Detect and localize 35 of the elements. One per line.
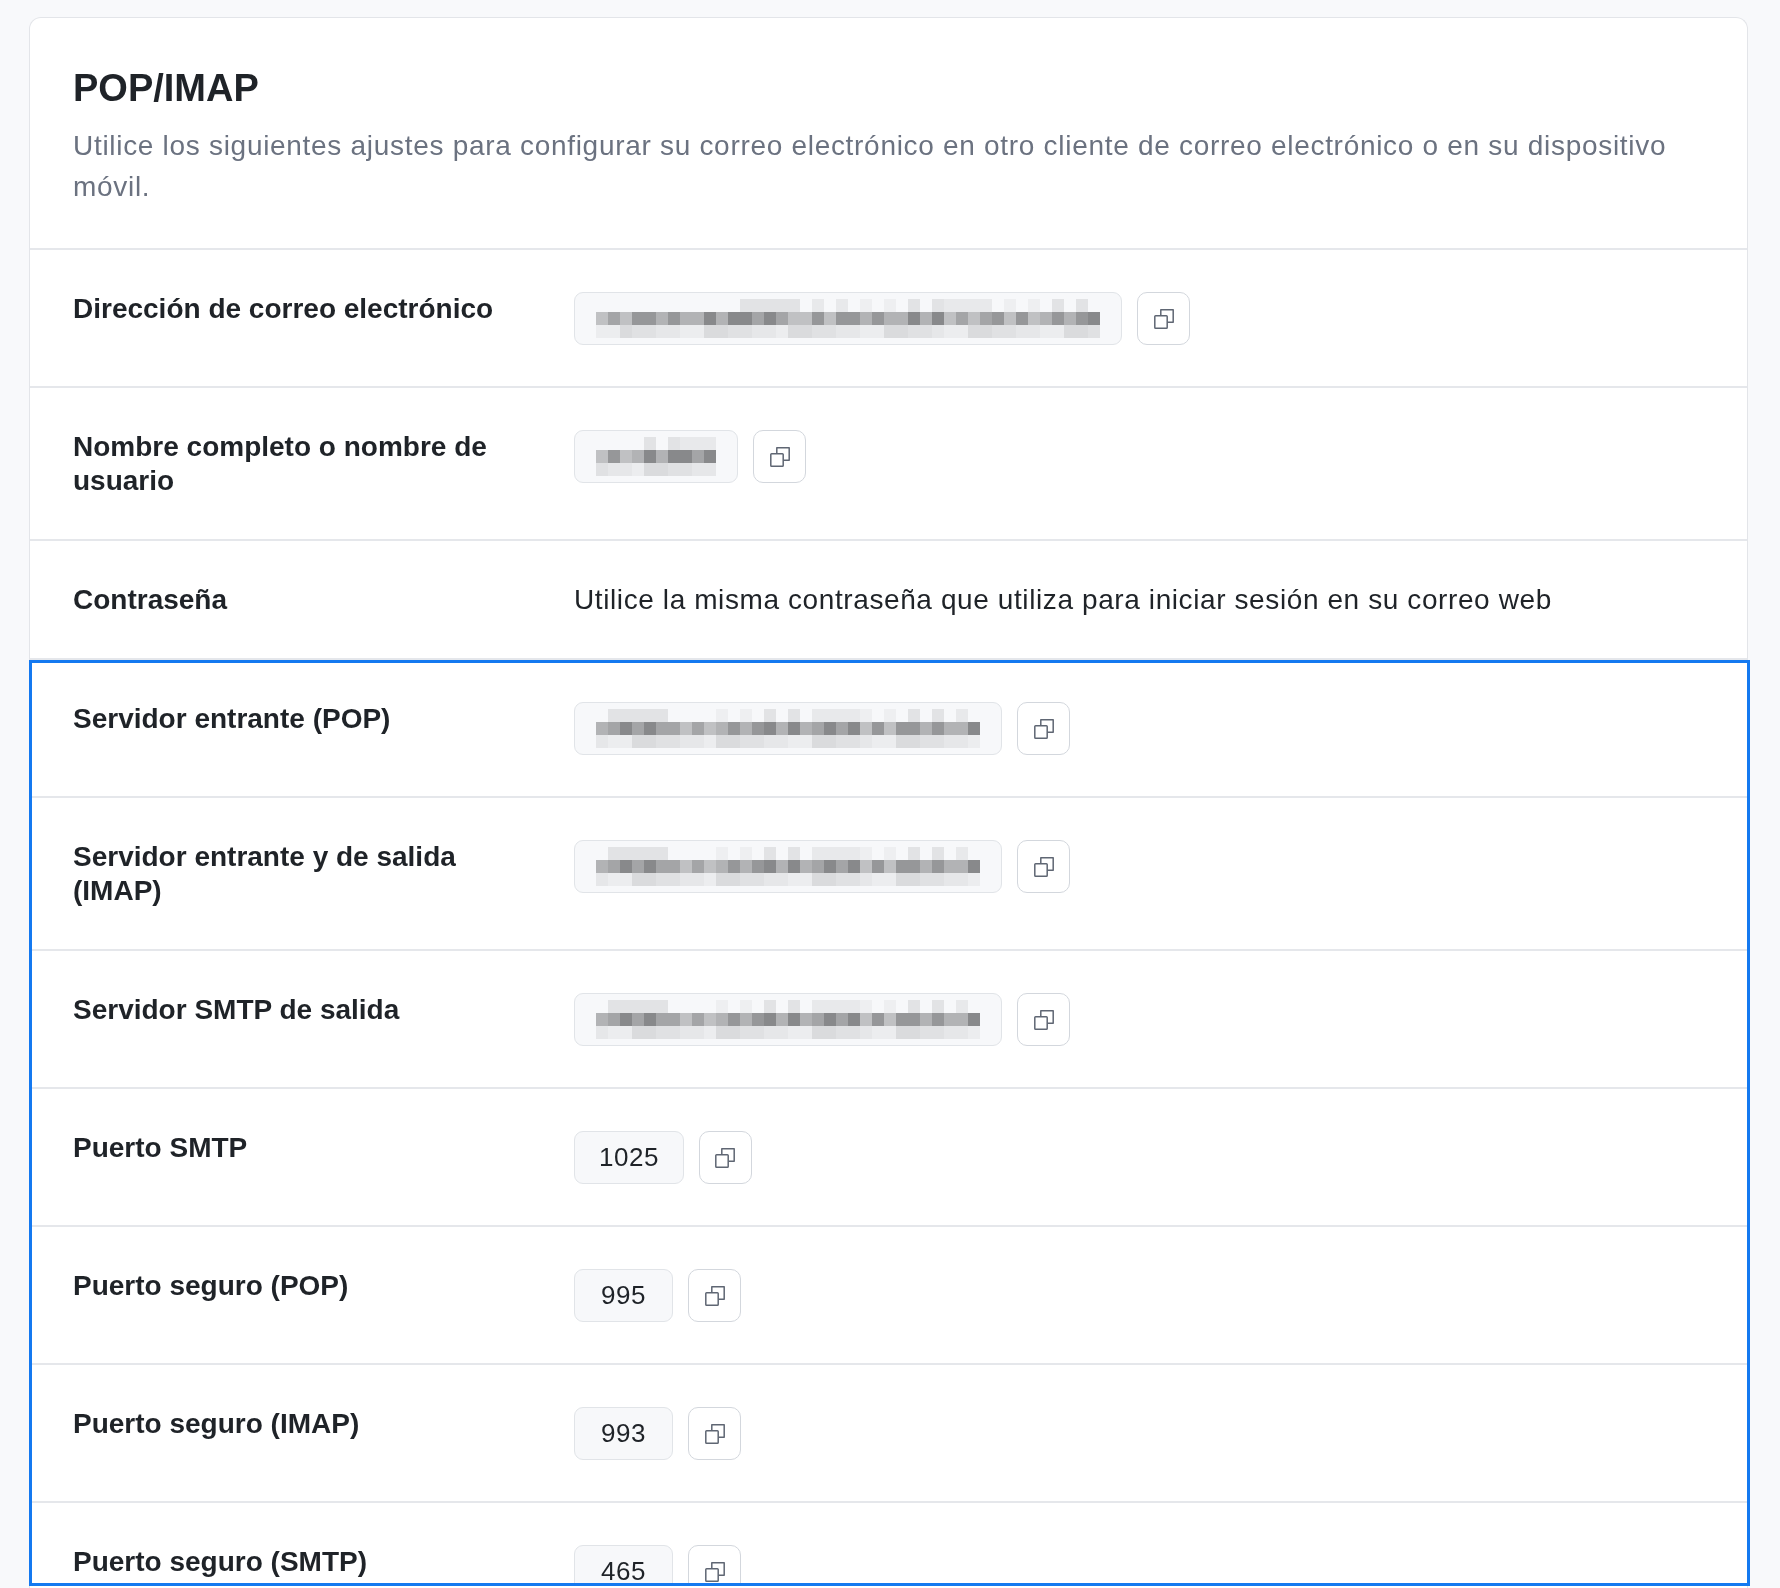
setting-label: Servidor SMTP de salida	[73, 993, 401, 1027]
setting-label: Dirección de correo electrónico	[73, 292, 495, 326]
setting-label: Puerto seguro (SMTP)	[73, 1545, 368, 1579]
copy-icon	[1033, 856, 1054, 877]
copy-icon	[704, 1423, 725, 1444]
copy-icon	[1033, 718, 1054, 739]
setting-label: Nombre completo o nombre de usuario	[73, 430, 488, 498]
copy-button[interactable]	[698, 1131, 752, 1184]
setting-label: Puerto SMTP	[73, 1131, 249, 1165]
copy-button[interactable]	[688, 1269, 741, 1322]
copy-button[interactable]	[753, 430, 806, 483]
value-field: 995	[574, 1269, 673, 1322]
copy-button[interactable]	[1017, 702, 1070, 755]
value-field: 1025	[574, 1131, 684, 1184]
setting-label: Puerto seguro (IMAP)	[73, 1407, 361, 1441]
section-description: Utilice los siguientes ajustes para configurar su correo electrónico en otro cliente de correo electrónico o en su dispositivo móvil.	[73, 129, 1668, 204]
copy-icon	[715, 1147, 736, 1168]
copy-icon	[704, 1561, 725, 1582]
setting-label: Servidor entrante (POP)	[73, 702, 392, 736]
copy-icon	[1153, 308, 1174, 329]
setting-label: Servidor entrante y de salida (IMAP)	[73, 840, 457, 908]
copy-button[interactable]	[1017, 993, 1070, 1046]
copy-icon	[1033, 1009, 1054, 1030]
copy-button[interactable]	[688, 1407, 741, 1460]
copy-button[interactable]	[1137, 292, 1190, 345]
value-field: 465	[574, 1545, 673, 1583]
setting-label: Contraseña	[73, 583, 229, 617]
copy-button[interactable]	[688, 1545, 741, 1583]
copy-icon	[704, 1285, 725, 1306]
setting-note: Utilice la misma contraseña que utiliza para iniciar sesión en su correo web	[574, 583, 1553, 617]
setting-label: Puerto seguro (POP)	[73, 1269, 350, 1303]
value-field: 993	[574, 1407, 673, 1460]
copy-button[interactable]	[1017, 840, 1070, 893]
section-title: POP/IMAP	[73, 66, 260, 111]
copy-icon	[769, 446, 790, 467]
